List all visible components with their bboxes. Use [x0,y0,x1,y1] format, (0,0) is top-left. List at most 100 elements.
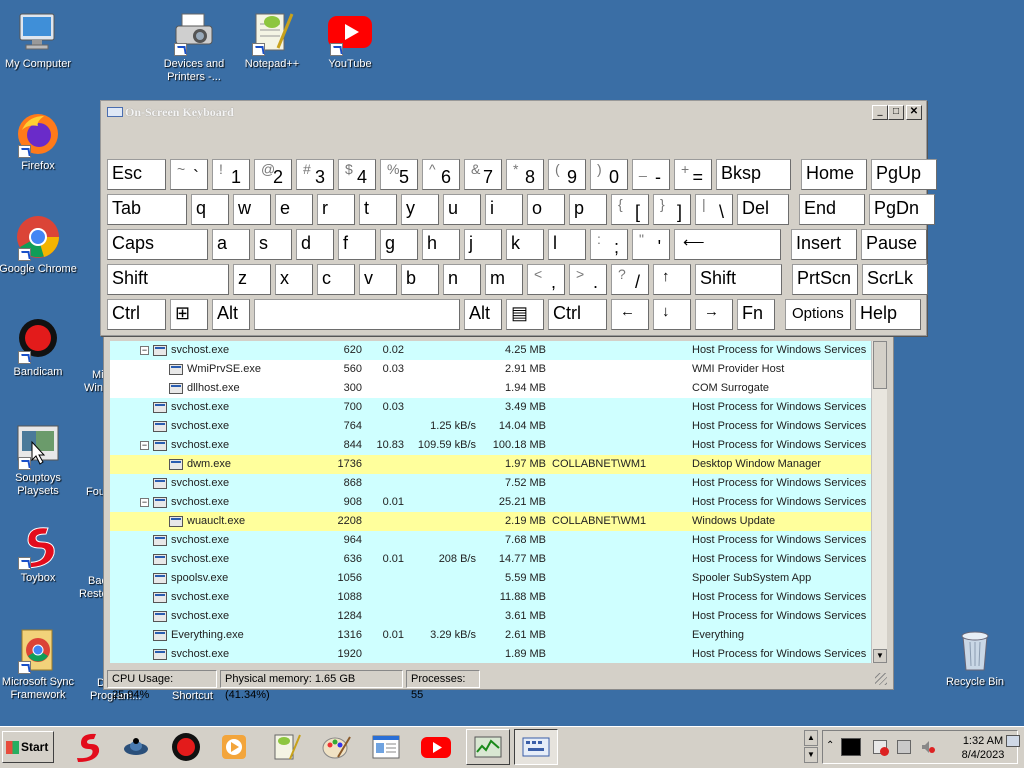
on-screen-keyboard-taskbar-button[interactable] [514,729,558,765]
key-symbol[interactable]: " ' [632,229,670,260]
key-arrow-right[interactable]: → [695,299,733,330]
key-menu[interactable]: ▤ [506,299,544,330]
key-shift[interactable]: Shift [107,264,229,295]
close-button[interactable]: ✕ [906,105,922,120]
key-symbol[interactable]: ? / [611,264,649,295]
process-tree-list[interactable]: − svchost.exe 620 0.02 4.25 MB Host Process f… [110,341,876,663]
key-symbol[interactable]: <, [527,264,565,295]
tree-collapse-toggle[interactable]: − [140,498,149,507]
process-row[interactable]: dllhost.exe 300 1.94 MB COM Surrogate [110,379,876,398]
process-row[interactable]: WmiPrvSE.exe 560 0.03 2.91 MB WMI Provider H… [110,360,876,379]
key-tab[interactable]: Tab [107,194,187,225]
process-row[interactable]: − svchost.exe 844 10.83 109.59 kB/s 100.18 MB… [110,436,876,455]
computer-tray-icon[interactable] [897,740,911,754]
desktop-icon-souptoys[interactable]: Souptoys Playsets [0,422,78,498]
desktop-icon-chrome[interactable]: Google Chrome [0,213,78,276]
process-row[interactable]: svchost.exe 1088 11.88 MB Host Process for … [110,588,876,607]
desktop-icon-firefox[interactable]: Firefox [0,110,78,173]
vertical-scrollbar[interactable]: ▼ [871,341,887,663]
tray-scroll-down-button[interactable]: ▼ [804,747,818,763]
key-arrow-up[interactable]: ↑ [653,264,691,295]
key-symbol[interactable]: | \ [695,194,733,225]
desktop-icon-youtube[interactable]: YouTube [310,8,390,71]
key-enter[interactable]: ⟵ [674,229,781,260]
media-player-taskbar-icon[interactable] [218,731,250,763]
process-row[interactable]: svchost.exe 1920 1.89 MB Host Process for W… [110,645,876,663]
process-row[interactable]: dwm.exe 1736 1.97 MB COLLABNET\WM1 Desktop W… [110,455,876,474]
toybox-taskbar-icon[interactable] [72,731,104,763]
process-row[interactable]: − svchost.exe 908 0.01 25.21 MB Host Process … [110,493,876,512]
process-row[interactable]: svchost.exe 764 1.25 kB/s 14.04 MB Host Proc… [110,417,876,436]
key-caps[interactable]: Caps [107,229,208,260]
key-w[interactable]: w [233,194,271,225]
key-r[interactable]: r [317,194,355,225]
scroll-down-button[interactable]: ▼ [873,649,887,663]
key-t[interactable]: t [359,194,397,225]
key-symbol[interactable]: :; [590,229,628,260]
key-space[interactable] [254,299,460,330]
key-5[interactable]: % 5 [380,159,418,190]
key-8[interactable]: * 8 [506,159,544,190]
notepadpp-taskbar-icon[interactable] [270,731,302,763]
desktop-icon-devices-printers[interactable]: Devices and Printers -... [154,8,234,84]
key-a[interactable]: a [212,229,250,260]
key-b[interactable]: b [401,264,439,295]
key-n[interactable]: n [443,264,481,295]
process-row[interactable]: svchost.exe 636 0.01 208 B/s 14.77 MB Host Pr… [110,550,876,569]
desktop-icon-toybox[interactable]: Toybox [0,522,78,585]
key-u[interactable]: u [443,194,481,225]
process-row[interactable]: wuauclt.exe 2208 2.19 MB COLLABNET\WM1 Windo… [110,512,876,531]
maximize-button[interactable]: □ [888,105,904,120]
minimize-button[interactable]: _ [872,105,888,120]
key-pause[interactable]: Pause [861,229,927,260]
key-o[interactable]: o [527,194,565,225]
key-i[interactable]: i [485,194,523,225]
key-symbol[interactable]: + = [674,159,712,190]
key-2[interactable]: @2 [254,159,292,190]
start-button[interactable]: Start [2,731,54,763]
key-g[interactable]: g [380,229,418,260]
key-m[interactable]: m [485,264,523,295]
key-k[interactable]: k [506,229,544,260]
key-l[interactable]: l [548,229,586,260]
desktop-icon-bandicam[interactable]: Bandicam [0,316,78,379]
process-row[interactable]: svchost.exe 868 7.52 MB Host Process for Wi… [110,474,876,493]
key-symbol[interactable]: >. [569,264,607,295]
key-9[interactable]: (9 [548,159,586,190]
wordpad-taskbar-icon[interactable] [370,731,402,763]
tree-collapse-toggle[interactable]: − [140,346,149,355]
key-end[interactable]: End [799,194,865,225]
key-pgup[interactable]: PgUp [871,159,937,190]
bandicam-taskbar-icon[interactable] [170,731,202,763]
key-6[interactable]: ^ 6 [422,159,460,190]
key-d[interactable]: d [296,229,334,260]
key-arrow-left[interactable]: ← [611,299,649,330]
key-0[interactable]: ) 0 [590,159,628,190]
key-3[interactable]: #3 [296,159,334,190]
key-symbol[interactable]: }] [653,194,691,225]
key-v[interactable]: v [359,264,397,295]
key-j[interactable]: j [464,229,502,260]
desktop-icon-my-computer[interactable]: My Computer [0,8,78,71]
process-row[interactable]: svchost.exe 1284 3.61 MB Host Process for W… [110,607,876,626]
key-del[interactable]: Del [737,194,789,225]
show-hidden-icons-chevron[interactable]: ⌃ [826,740,834,751]
key-pgdn[interactable]: PgDn [869,194,935,225]
osk-title-bar[interactable]: On-Screen Keyboard _ □ ✕ [101,101,926,123]
process-row[interactable]: spoolsv.exe 1056 5.59 MB Spooler SubSystem … [110,569,876,588]
desktop-icon-ms-sync[interactable]: Microsoft Sync Framework [0,626,78,702]
key-options[interactable]: Options [785,299,851,330]
key-windows[interactable]: ⊞ [170,299,208,330]
cpu-monitor-tray-icon[interactable] [841,738,861,756]
youtube-taskbar-icon[interactable] [420,731,452,763]
process-row[interactable]: Everything.exe 1316 0.01 3.29 kB/s 2.61 MB Ev… [110,626,876,645]
key-y[interactable]: y [401,194,439,225]
network-error-tray-icon[interactable] [873,740,889,756]
key-c[interactable]: c [317,264,355,295]
key-h[interactable]: h [422,229,460,260]
key-alt[interactable]: Alt [212,299,250,330]
key-bksp[interactable]: Bksp [716,159,791,190]
process-row[interactable]: svchost.exe 700 0.03 3.49 MB Host Process fo… [110,398,876,417]
key-s[interactable]: s [254,229,292,260]
key-p[interactable]: p [569,194,607,225]
